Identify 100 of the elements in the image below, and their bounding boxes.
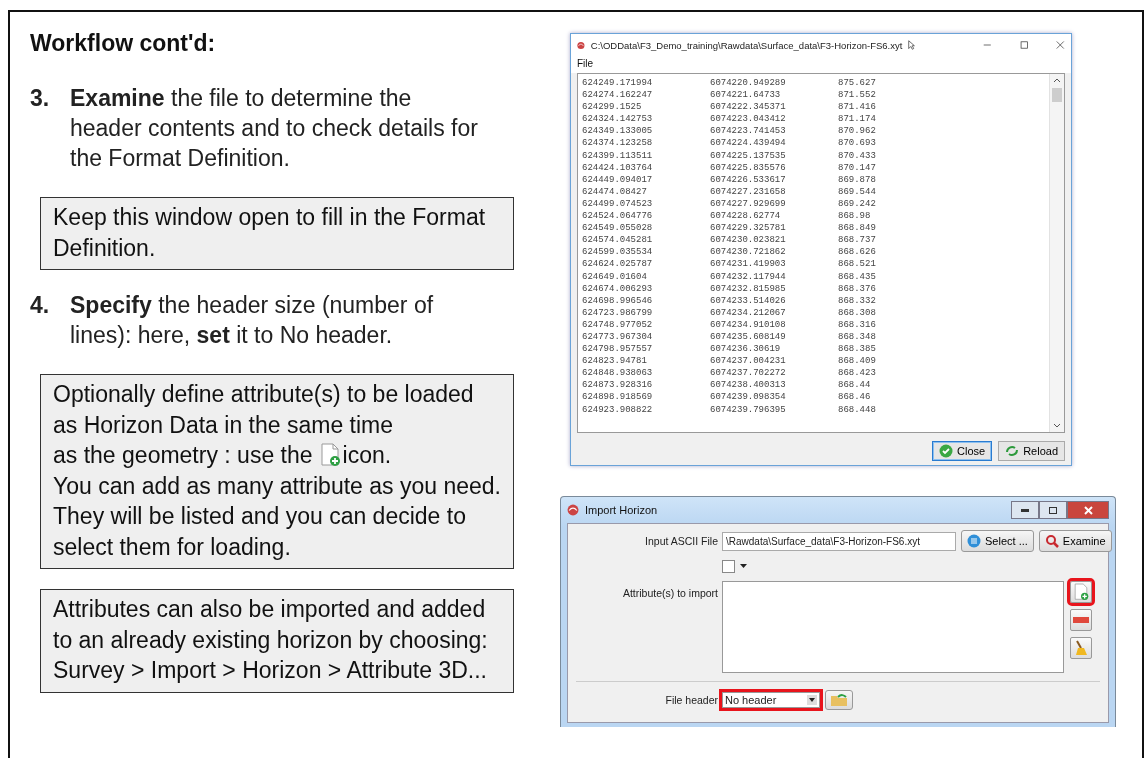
data-value: 6074233.514026 xyxy=(710,294,787,307)
window-title: C:\ODData\F3_Demo_training\Rawdata\Surface_data\F3-Horizon-FS6.xyt xyxy=(590,39,903,51)
header-dropdown[interactable]: No header xyxy=(722,692,820,708)
add-document-icon xyxy=(1073,583,1089,601)
data-value: 869.878 xyxy=(838,173,877,186)
remove-button[interactable] xyxy=(1070,609,1092,631)
data-value: 868.435 xyxy=(838,270,877,283)
data-value: 6074220.949289 xyxy=(710,77,787,90)
data-value: 871.174 xyxy=(838,113,877,126)
scroll-thumb[interactable] xyxy=(1052,88,1062,102)
window-title: Import Horizon xyxy=(585,504,659,516)
data-value: 868.348 xyxy=(838,330,877,344)
maximize-icon[interactable] xyxy=(1019,39,1029,51)
data-value: 6074236.30619 xyxy=(710,343,782,356)
close-button[interactable]: Close xyxy=(932,441,993,461)
menu-item[interactable]: File xyxy=(577,58,594,69)
data-value: 6074227.929699 xyxy=(710,197,787,211)
minus-icon xyxy=(1073,617,1089,623)
minimize-button[interactable] xyxy=(1011,501,1039,519)
data-value: 624798.957557 xyxy=(582,343,654,356)
data-value: 869.242 xyxy=(838,197,877,211)
data-value: 6074229.325781 xyxy=(710,222,787,235)
data-value: 624923.908822 xyxy=(582,403,654,416)
data-value: 868.98 xyxy=(838,210,872,223)
scroll-up-icon[interactable] xyxy=(1053,77,1061,83)
data-value: 624723.986799 xyxy=(582,306,654,319)
data-value: 6074239.098354 xyxy=(710,391,787,404)
data-value: 624873.928316 xyxy=(582,379,654,392)
step-text: Specify the header size (number of lines): here, set it to No header. xyxy=(70,291,435,350)
magnifier-icon xyxy=(1044,534,1059,548)
select-button[interactable]: Select ... xyxy=(961,530,1034,552)
data-value: 624249.171994 xyxy=(582,77,654,90)
data-value: 624599.035534 xyxy=(582,246,654,259)
data-value: 870.433 xyxy=(838,149,877,162)
reload-button[interactable]: Reload xyxy=(998,441,1065,461)
data-value: 6074223.741453 xyxy=(710,125,787,138)
data-value: 869.544 xyxy=(838,185,877,198)
data-value: 6074224.439494 xyxy=(710,137,787,150)
note-text: You can add as many attribute as you need. They will be listed and you can decide to select them for loading. xyxy=(53,471,502,562)
minimize-icon xyxy=(1021,508,1029,512)
data-value: 868.448 xyxy=(838,403,877,416)
maximize-icon xyxy=(1049,506,1057,514)
data-value: 868.409 xyxy=(838,355,877,368)
data-value: 624449.094017 xyxy=(582,173,654,186)
close-icon[interactable] xyxy=(1056,39,1065,51)
data-value: 624748.977052 xyxy=(582,318,654,331)
data-value: 868.385 xyxy=(838,343,877,356)
data-value: 868.332 xyxy=(838,294,877,307)
data-value: 868.626 xyxy=(838,246,877,259)
file-path-field[interactable]: \Rawdata\Surface_data\F3-Horizon-FS6.xyt xyxy=(722,531,956,551)
data-value: 6074230.023821 xyxy=(710,234,787,247)
clear-button[interactable] xyxy=(1070,637,1092,659)
data-value: 624574.045281 xyxy=(582,234,654,247)
data-value: 870.147 xyxy=(838,161,877,174)
close-button[interactable] xyxy=(1067,501,1109,519)
data-value: 6074225.137535 xyxy=(710,149,787,162)
data-value: 624324.142753 xyxy=(582,113,654,126)
note-text: icon. xyxy=(342,441,392,470)
data-value: 868.308 xyxy=(838,306,877,319)
list-icon xyxy=(967,534,981,548)
broom-icon xyxy=(1074,640,1088,656)
data-value: 871.416 xyxy=(838,101,877,114)
data-value: 6074232.815985 xyxy=(710,282,787,295)
add-button[interactable] xyxy=(1070,581,1092,603)
data-value: 624898.918569 xyxy=(582,391,654,404)
data-value: 624424.103764 xyxy=(582,161,654,174)
data-value: 624349.133005 xyxy=(582,125,654,138)
open-folder-button[interactable] xyxy=(825,690,853,710)
data-value: 624374.123258 xyxy=(582,137,654,150)
data-value: 868.423 xyxy=(838,367,877,380)
data-value: 624624.025787 xyxy=(582,258,654,271)
data-value: 6074234.212067 xyxy=(710,306,787,319)
step-text: Examine the file to determine the header contents and to check details for the Format Definition. xyxy=(70,84,479,173)
data-value: 624299.1525 xyxy=(582,101,643,114)
field-label: File header xyxy=(664,694,718,706)
maximize-button[interactable] xyxy=(1039,501,1067,519)
data-value: 868.376 xyxy=(838,282,877,295)
data-value: 6074235.608149 xyxy=(710,330,787,344)
field-label: Attribute(s) to import xyxy=(621,586,718,599)
caret-icon[interactable] xyxy=(740,564,747,569)
refresh-icon xyxy=(1005,445,1020,457)
data-value: 624698.996546 xyxy=(582,294,654,307)
dropdown-arrow-icon xyxy=(807,695,817,705)
data-value: 6074232.117944 xyxy=(710,270,787,283)
scrollbar[interactable] xyxy=(1049,74,1064,432)
attribute-list[interactable] xyxy=(722,581,1064,673)
field-label: Input ASCII File xyxy=(644,535,718,547)
cursor-icon xyxy=(908,38,916,52)
scroll-down-icon[interactable] xyxy=(1053,423,1061,429)
data-value: 6074234.910108 xyxy=(710,318,787,331)
data-value: 624499.074523 xyxy=(582,197,654,211)
close-icon xyxy=(1083,505,1093,515)
data-value: 624524.064776 xyxy=(582,210,654,223)
checkbox[interactable] xyxy=(722,560,735,573)
data-value: 871.552 xyxy=(838,89,877,102)
examine-button[interactable]: Examine xyxy=(1038,530,1112,552)
data-value: 624823.94781 xyxy=(582,355,648,368)
data-value: 6074228.62774 xyxy=(710,210,782,223)
add-document-icon xyxy=(318,443,341,468)
data-value: 624773.967304 xyxy=(582,330,654,344)
